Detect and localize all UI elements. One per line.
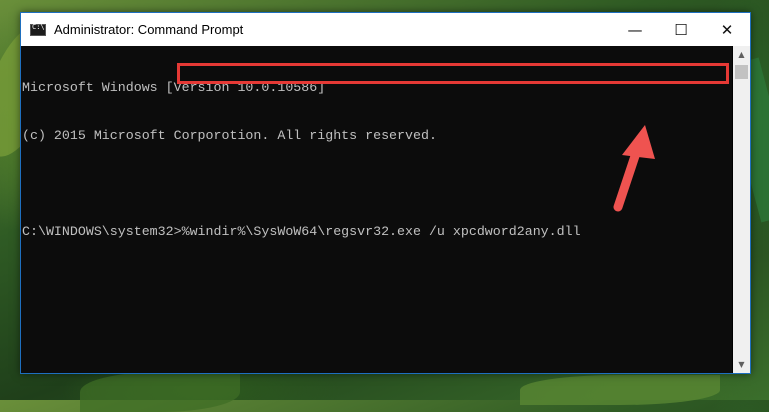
arrow-annotation-icon	[613, 125, 655, 212]
scroll-up-icon[interactable]: ▲	[733, 46, 750, 63]
window-controls: — ☐ ✕	[612, 13, 750, 46]
scroll-thumb[interactable]	[735, 65, 748, 79]
command-line[interactable]: C:\WINDOWS\system32>%windir%\SysWoW64\re…	[22, 224, 732, 240]
maximize-button[interactable]: ☐	[658, 13, 704, 46]
prompt-text: C:\WINDOWS\system32>	[22, 224, 182, 239]
minimize-button[interactable]: —	[612, 13, 658, 46]
scroll-down-icon[interactable]: ▼	[733, 356, 750, 373]
cmd-icon	[30, 23, 46, 36]
command-highlight-box	[177, 63, 729, 84]
background-leaf	[80, 372, 240, 412]
command-text[interactable]: %windir%\SysWoW64\regsvr32.exe /u xpcdwo…	[182, 224, 581, 239]
close-button[interactable]: ✕	[704, 13, 750, 46]
title-bar[interactable]: Administrator: Command Prompt — ☐ ✕	[21, 13, 750, 46]
background-leaf	[520, 375, 720, 405]
vertical-scrollbar[interactable]: ▲ ▼	[733, 46, 750, 373]
window-title: Administrator: Command Prompt	[54, 22, 244, 37]
